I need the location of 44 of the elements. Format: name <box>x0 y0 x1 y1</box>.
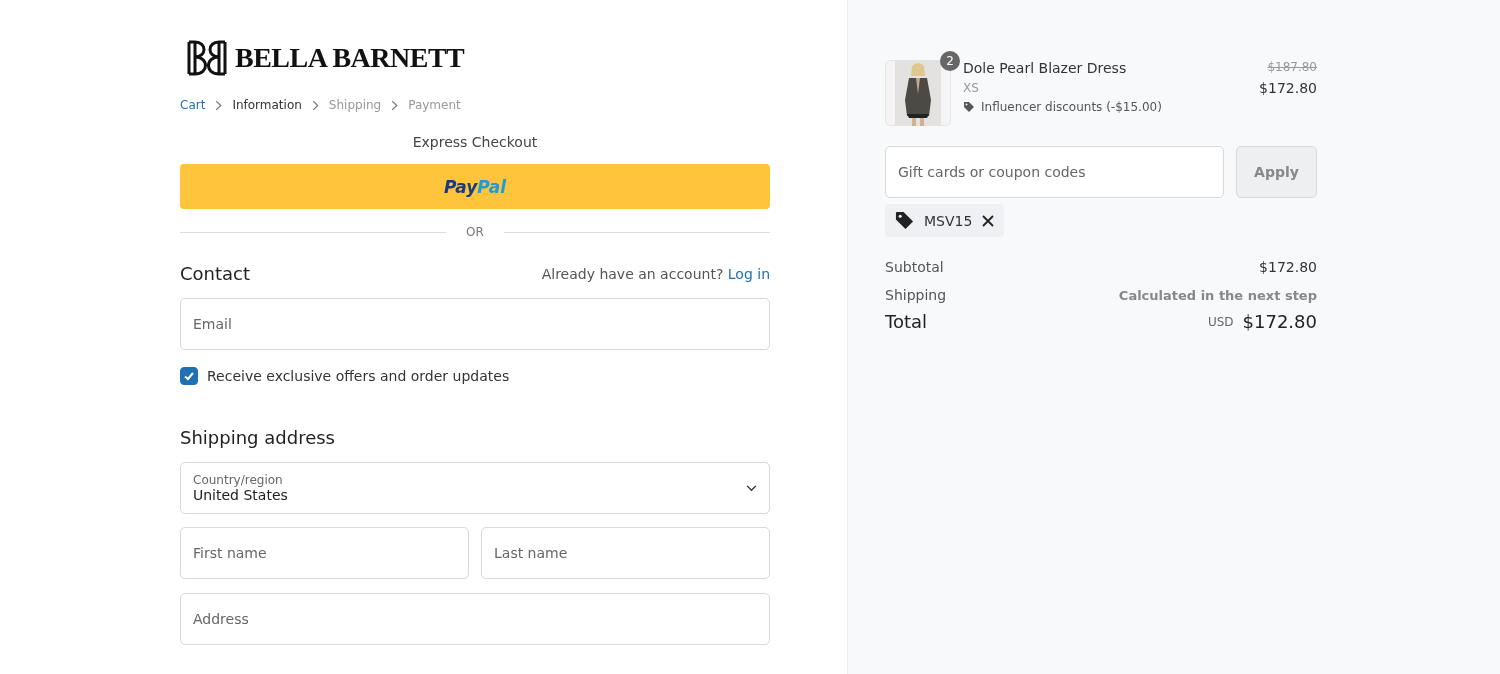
account-prompt: Already have an account? <box>541 265 724 282</box>
product-variant: XS <box>963 81 980 95</box>
product-price: $172.80 <box>1259 80 1317 96</box>
paypal-button[interactable]: PayPal <box>180 164 770 209</box>
summary-value: Calculated in the next step <box>1118 287 1317 303</box>
section-title: Contact <box>180 263 251 284</box>
section-title: Shipping address <box>180 427 336 448</box>
breadcrumb-item: Shipping <box>328 98 382 112</box>
brand-name: BELLA BARNETT <box>235 42 465 74</box>
country-select[interactable]: Country/region United States <box>180 462 770 514</box>
divider-label: OR <box>466 225 484 239</box>
discount-label: Influencer discounts (-$15.00) <box>981 100 1162 114</box>
tag-icon <box>963 101 975 113</box>
email-field[interactable]: Email <box>180 298 770 350</box>
chevron-icon <box>391 99 399 111</box>
coupon-field[interactable]: Gift cards or coupon codes <box>885 146 1224 198</box>
tag-icon <box>895 211 914 230</box>
apply-button[interactable]: Apply <box>1236 146 1317 198</box>
currency-code: USD <box>1207 314 1234 329</box>
first-name-field[interactable]: First name <box>180 527 469 579</box>
express-checkout-title: Express Checkout <box>412 134 538 150</box>
total-value: $172.80 <box>1242 311 1317 332</box>
product-name: Dole Pearl Blazer Dress <box>963 60 1128 76</box>
discount-code: MSV15 <box>924 212 973 229</box>
chevron-icon <box>215 99 223 111</box>
checkbox-label: Receive exclusive offers and order updates <box>207 368 510 384</box>
login-link[interactable]: Log in <box>727 265 770 282</box>
chevron-icon <box>311 99 319 111</box>
total-label: Total <box>885 311 928 332</box>
summary-label: Shipping <box>885 287 947 303</box>
chevron-down-icon <box>746 484 757 492</box>
close-icon[interactable] <box>982 214 995 227</box>
original-price: $187.80 <box>1267 60 1317 74</box>
checkbox[interactable] <box>180 367 198 385</box>
last-name-field[interactable]: Last name <box>481 527 770 579</box>
breadcrumb-item: Information <box>232 98 302 112</box>
quantity-badge: 2 <box>940 51 960 71</box>
address-field[interactable]: Address <box>180 593 770 645</box>
breadcrumb-item: Payment <box>408 98 461 112</box>
check-icon <box>183 370 195 382</box>
summary-label: Subtotal <box>885 259 944 275</box>
summary-value: $172.80 <box>1259 259 1317 275</box>
breadcrumb-item[interactable]: Cart <box>180 98 206 112</box>
logo-icon <box>185 40 229 76</box>
